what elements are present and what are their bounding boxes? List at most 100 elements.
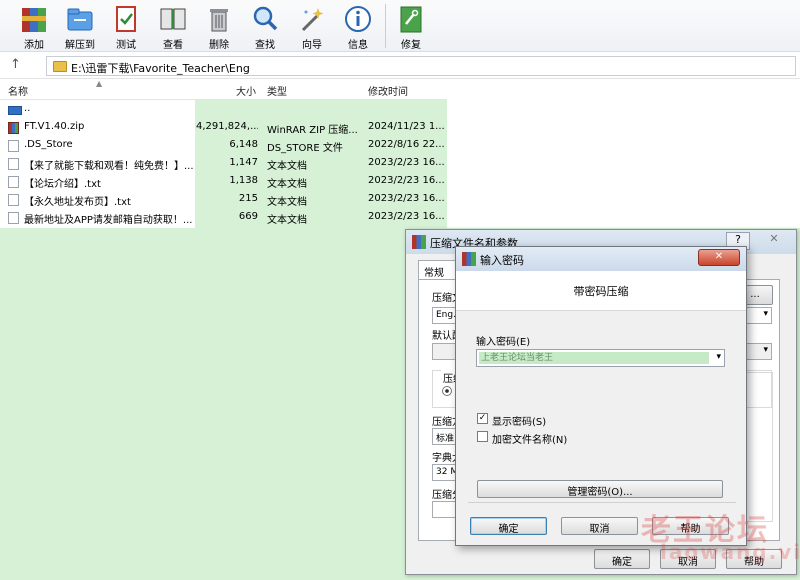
watermark-url: laowang.vip — [660, 540, 800, 564]
table-row[interactable]: .DS_Store 6,148 DS_STORE 文件 2022/8/16 22… — [0, 137, 447, 155]
list-highlight-left — [0, 228, 195, 580]
add-archive-icon — [19, 4, 49, 34]
enter-password-label: 输入密码(E) — [476, 337, 531, 348]
text-file-icon — [8, 158, 19, 170]
table-row[interactable]: .. — [0, 101, 447, 119]
manage-passwords-button[interactable]: 管理密码(O)... — [477, 480, 723, 498]
table-row[interactable]: 【永久地址发布页】.txt 215 文本文档 2023/2/23 16... — [0, 191, 447, 209]
column-modified-header[interactable]: 修改时间 — [368, 83, 408, 98]
tab-general[interactable]: 常规 — [418, 260, 456, 280]
encrypt-file-names-label[interactable]: 加密文件名称(N) — [492, 431, 567, 446]
file-name: 最新地址及APP请发邮箱自动获取！... — [24, 215, 193, 226]
enter-password-dialog: 输入密码 ✕ 带密码压缩 输入密码(E) 上老王论坛当老王 ▾ ✓ 显示密码(S… — [455, 246, 747, 546]
add-button[interactable]: 添加 — [12, 2, 56, 51]
wizard-label: 向导 — [302, 40, 322, 51]
table-row[interactable]: 最新地址及APP请发邮箱自动获取！... 669 文本文档 2023/2/23 … — [0, 209, 447, 227]
delete-button[interactable]: 删除 — [197, 2, 241, 51]
file-name: .. — [24, 103, 31, 114]
text-file-icon — [8, 212, 19, 224]
test-icon — [111, 4, 141, 34]
file-type: WinRAR ZIP 压缩... — [267, 125, 358, 136]
view-button[interactable]: 查看 — [151, 2, 195, 51]
find-icon — [250, 4, 280, 34]
options-group — [745, 372, 773, 522]
file-name: 【来了就能下载和观看！纯免费！】... — [24, 161, 194, 172]
toolbar-separator — [385, 4, 386, 48]
extract-to-icon — [65, 4, 95, 34]
winrar-icon — [462, 252, 476, 266]
show-password-checkbox[interactable]: ✓ — [477, 413, 488, 424]
column-name-header[interactable]: 名称 — [8, 83, 28, 98]
text-file-icon — [8, 176, 19, 188]
ok-button[interactable]: 确定 — [594, 549, 650, 569]
file-modified: 2024/11/23 1... — [368, 121, 445, 132]
compression-method-value: 标准 — [436, 434, 455, 444]
winrar-zip-icon — [8, 122, 19, 134]
ok-button[interactable]: 确定 — [470, 517, 547, 535]
add-label: 添加 — [24, 40, 44, 51]
info-label: 信息 — [348, 40, 368, 51]
dialog-divider — [468, 502, 736, 503]
close-button[interactable]: ✕ — [760, 232, 788, 250]
info-button[interactable]: 信息 — [336, 2, 380, 51]
toolbar: 添加 解压到 测试 查看 删除 查找 向导 信息 修复 — [0, 0, 800, 52]
file-name: .DS_Store — [24, 139, 73, 150]
delete-label: 删除 — [209, 40, 229, 51]
test-button[interactable]: 测试 — [104, 2, 148, 51]
file-size: 6,148 — [229, 139, 258, 150]
file-size: 1,138 — [229, 175, 258, 186]
file-size: 4,291,824,... — [196, 121, 258, 132]
table-row[interactable]: 【论坛介绍】.txt 1,138 文本文档 2023/2/23 16... — [0, 173, 447, 191]
winrar-icon — [412, 235, 426, 249]
file-icon — [8, 140, 19, 152]
address-bar: ↑ E:\迅雷下载\Favorite_Teacher\Eng — [0, 53, 800, 79]
file-name: 【论坛介绍】.txt — [24, 179, 101, 190]
list-header: 名称 ▲ 大小 类型 修改时间 — [0, 79, 447, 100]
file-modified: 2023/2/23 16... — [368, 157, 445, 168]
column-size-header[interactable]: 大小 — [236, 83, 256, 98]
path-field[interactable]: E:\迅雷下载\Favorite_Teacher\Eng — [46, 56, 796, 76]
file-name: 【永久地址发布页】.txt — [24, 197, 131, 208]
wizard-icon — [297, 4, 327, 34]
table-row[interactable]: FT.V1.40.zip 4,291,824,... WinRAR ZIP 压缩… — [0, 119, 447, 137]
dialog-header: 带密码压缩 — [456, 271, 746, 311]
file-modified: 2023/2/23 16... — [368, 175, 445, 186]
repair-icon — [396, 4, 426, 34]
format-radio[interactable] — [442, 386, 452, 396]
cancel-button[interactable]: 取消 — [561, 517, 638, 535]
repair-button[interactable]: 修复 — [389, 2, 433, 51]
file-modified: 2022/8/16 22... — [368, 139, 445, 150]
file-type: 文本文档 — [267, 161, 307, 172]
close-button[interactable]: ✕ — [698, 249, 740, 266]
file-size: 1,147 — [229, 157, 258, 168]
up-one-level-button[interactable]: ↑ — [10, 57, 21, 72]
dialog-title-bar[interactable]: 输入密码 ✕ — [456, 247, 746, 271]
file-size: 215 — [238, 193, 258, 204]
path-text: E:\迅雷下载\Favorite_Teacher\Eng — [71, 62, 250, 75]
delete-icon — [204, 4, 234, 34]
test-label: 测试 — [116, 40, 136, 51]
wizard-button[interactable]: 向导 — [290, 2, 334, 51]
file-name: FT.V1.40.zip — [24, 121, 85, 132]
file-modified: 2023/2/23 16... — [368, 193, 445, 204]
password-value: 上老王论坛当老王 — [479, 352, 709, 364]
text-file-icon — [8, 194, 19, 206]
parent-folder-icon — [8, 106, 22, 115]
dialog-heading: 带密码压缩 — [573, 285, 629, 298]
find-button[interactable]: 查找 — [243, 2, 287, 51]
chevron-down-icon[interactable]: ▾ — [716, 352, 721, 362]
extract-to-label: 解压到 — [65, 40, 95, 51]
sort-ascending-icon: ▲ — [96, 79, 103, 88]
file-modified: 2023/2/23 16... — [368, 211, 445, 222]
column-type-header[interactable]: 类型 — [267, 83, 287, 98]
view-icon — [158, 4, 188, 34]
file-type: 文本文档 — [267, 197, 307, 208]
password-input[interactable]: 上老王论坛当老王 ▾ — [476, 349, 725, 367]
file-type: 文本文档 — [267, 215, 307, 226]
show-password-label[interactable]: 显示密码(S) — [492, 413, 546, 428]
info-icon — [343, 4, 373, 34]
encrypt-file-names-checkbox[interactable] — [477, 431, 488, 442]
file-type: 文本文档 — [267, 179, 307, 190]
table-row[interactable]: 【来了就能下载和观看！纯免费！】... 1,147 文本文档 2023/2/23… — [0, 155, 447, 173]
extract-to-button[interactable]: 解压到 — [58, 2, 102, 51]
